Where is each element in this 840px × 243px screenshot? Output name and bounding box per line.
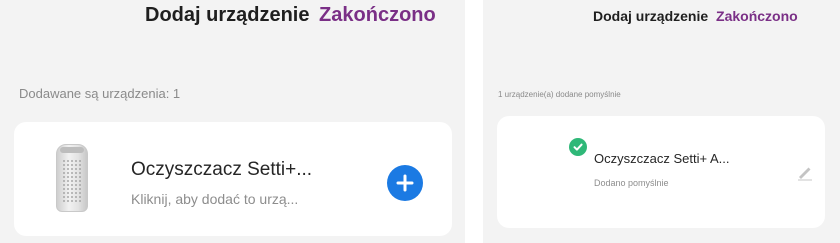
device-hint: Kliknij, aby dodać to urzą... <box>131 191 299 207</box>
add-device-button[interactable] <box>387 165 423 201</box>
header: Dodaj urządzenie Zakończono <box>593 8 798 24</box>
done-button[interactable]: Zakończono <box>319 4 436 26</box>
device-name: Oczyszczacz Setti+ A... <box>594 151 730 166</box>
device-added-status: Dodano pomyślnie <box>594 178 669 188</box>
page-title: Dodaj urządzenie <box>145 4 310 26</box>
add-device-screen-pending: Dodaj urządzenie Zakończono Dodawane są … <box>0 0 465 243</box>
device-card[interactable]: Oczyszczacz Setti+... Kliknij, aby dodać… <box>14 122 452 236</box>
device-name: Oczyszczacz Setti+... <box>131 159 313 180</box>
pencil-icon[interactable] <box>795 162 815 182</box>
air-purifier-image <box>56 144 88 212</box>
done-button[interactable]: Zakończono <box>716 8 798 24</box>
success-status-text: 1 urządzenie(a) dodane pomyślnie <box>498 90 621 99</box>
header: Dodaj urządzenie Zakończono <box>145 4 436 27</box>
plus-icon <box>396 174 414 192</box>
page-title: Dodaj urządzenie <box>593 8 709 24</box>
adding-status-text: Dodawane są urządzenia: 1 <box>19 86 181 101</box>
device-card[interactable]: Oczyszczacz Setti+ A... Dodano pomyślnie <box>497 116 825 228</box>
add-device-screen-success: Dodaj urządzenie Zakończono 1 urządzenie… <box>483 0 840 243</box>
check-icon <box>569 138 587 156</box>
